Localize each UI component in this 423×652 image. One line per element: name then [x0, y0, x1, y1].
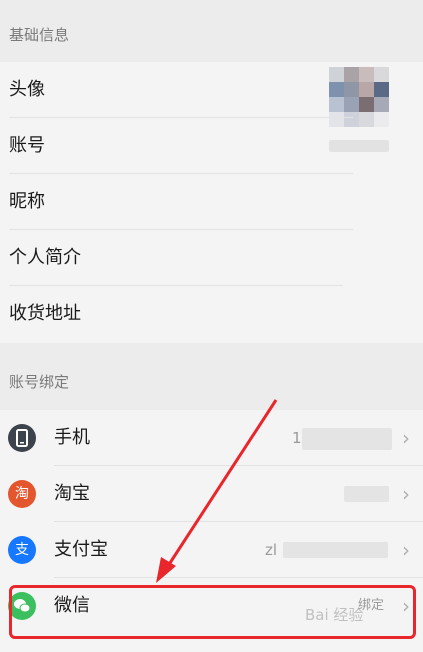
bio-label: 个人简介 — [9, 247, 81, 268]
alipay-icon: 支 — [8, 536, 36, 564]
phone-value: 1 — [292, 429, 302, 447]
basic-info-list: 头像 账号 昵称 个人简介 收货地址 — [0, 62, 423, 343]
bio-row[interactable]: 个人简介 — [0, 230, 423, 286]
avatar-label: 头像 — [9, 79, 45, 100]
phone-label: 手机 — [54, 427, 90, 448]
phone-icon — [8, 424, 36, 452]
avatar-row[interactable]: 头像 — [0, 62, 423, 127]
phone-row[interactable]: 手机 1 › — [0, 410, 423, 466]
nickname-label: 昵称 — [9, 191, 45, 212]
nickname-row[interactable]: 昵称 — [0, 174, 423, 230]
taobao-label: 淘宝 — [54, 483, 90, 504]
chevron-right-icon: › — [402, 482, 410, 506]
alipay-label: 支付宝 — [54, 539, 108, 560]
phone-value-blurred — [302, 428, 392, 450]
account-row[interactable]: 账号 — [0, 118, 423, 174]
basic-info-header: 基础信息 — [0, 0, 423, 62]
address-label: 收货地址 — [9, 303, 81, 324]
watermark: Bai 经验 — [305, 606, 364, 624]
taobao-value-blurred — [344, 486, 389, 502]
account-value-blurred — [329, 140, 389, 152]
chevron-right-icon: › — [402, 538, 410, 562]
alipay-row[interactable]: 支 支付宝 zl › — [0, 522, 423, 578]
taobao-row[interactable]: 淘 淘宝 › — [0, 466, 423, 522]
taobao-icon: 淘 — [8, 480, 36, 508]
address-row[interactable]: 收货地址 — [0, 286, 423, 342]
alipay-value: zl — [265, 541, 278, 559]
bindings-header: 账号绑定 — [0, 343, 423, 405]
alipay-value-blurred — [283, 542, 388, 558]
chevron-right-icon: › — [402, 426, 410, 450]
account-label: 账号 — [9, 135, 45, 156]
